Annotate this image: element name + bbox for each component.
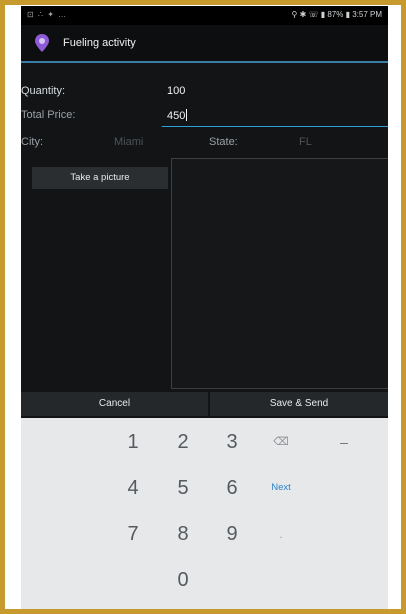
take-picture-button[interactable]: Take a picture xyxy=(32,167,168,189)
total-price-underline xyxy=(162,126,388,127)
status-bar: ⊡ ∴ ✦ … ⚲ ✱ ☏ ▮ 87% ▮ 3:57 PM xyxy=(21,6,388,25)
key-2[interactable]: 2 xyxy=(163,424,203,460)
backspace-icon[interactable]: ⌫ xyxy=(261,424,301,460)
city-field[interactable]: Miami xyxy=(114,136,143,148)
key-dot[interactable]: . xyxy=(261,516,301,552)
cancel-button[interactable]: Cancel xyxy=(21,392,208,416)
state-label: State: xyxy=(209,136,238,148)
page-title: Fueling activity xyxy=(63,37,136,49)
key-4[interactable]: 4 xyxy=(113,470,153,506)
key-3[interactable]: 3 xyxy=(212,424,252,460)
city-label: City: xyxy=(21,136,43,148)
key-0[interactable]: 0 xyxy=(163,562,203,598)
status-right-info: ⚲ ✱ ☏ ▮ 87% ▮ 3:57 PM xyxy=(291,10,382,19)
key-9[interactable]: 9 xyxy=(212,516,252,552)
key-dash[interactable]: – xyxy=(324,424,364,460)
total-price-field[interactable]: 450 xyxy=(167,109,188,122)
app-screen: ⊡ ∴ ✦ … ⚲ ✱ ☏ ▮ 87% ▮ 3:57 PM Fueling ac… xyxy=(21,6,388,609)
quantity-field[interactable]: 100 xyxy=(167,85,185,97)
total-price-value: 450 xyxy=(167,110,186,122)
quantity-label: Quantity: xyxy=(21,85,66,97)
location-pin-icon xyxy=(35,34,49,52)
key-5[interactable]: 5 xyxy=(163,470,203,506)
key-6[interactable]: 6 xyxy=(212,470,252,506)
total-price-label: Total Price: xyxy=(21,109,76,121)
key-7[interactable]: 7 xyxy=(113,516,153,552)
photo-preview xyxy=(171,158,388,389)
text-cursor xyxy=(186,109,188,121)
status-left-icons: ⊡ ∴ ✦ … xyxy=(27,10,68,19)
next-key[interactable]: Next xyxy=(261,470,301,506)
save-send-button[interactable]: Save & Send xyxy=(210,392,388,416)
state-field[interactable]: FL xyxy=(299,136,312,148)
action-bar: Fueling activity xyxy=(21,25,388,63)
key-1[interactable]: 1 xyxy=(113,424,153,460)
key-8[interactable]: 8 xyxy=(163,516,203,552)
numeric-keypad: 1 2 3 ⌫ – 4 5 6 Next 7 8 9 . 0 xyxy=(21,418,388,609)
